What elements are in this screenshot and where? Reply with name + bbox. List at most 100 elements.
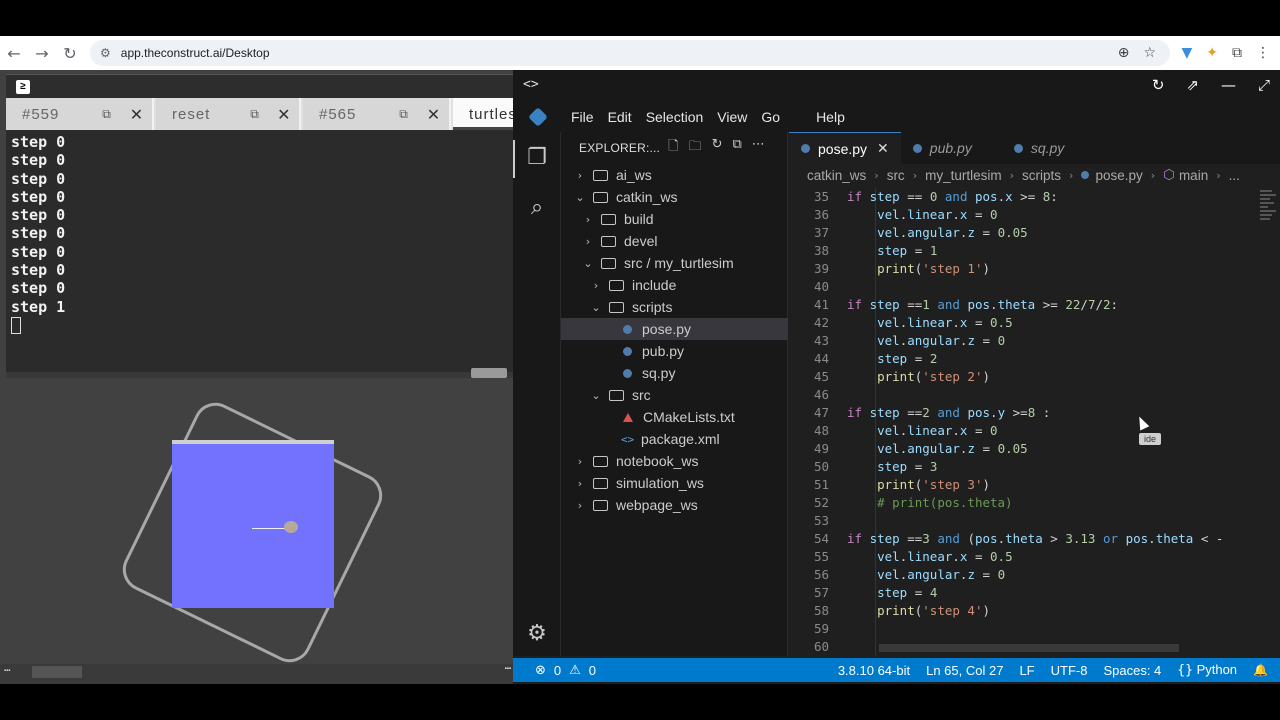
close-icon[interactable]: ✕ (122, 105, 152, 124)
breadcrumb-item[interactable]: pose.py (1095, 168, 1142, 183)
code-line: 35 if step == 0 and pos.x >= 8: (789, 188, 1259, 206)
site-settings-icon[interactable]: ⚙ (100, 46, 111, 60)
editor-tab-pose-py[interactable]: pose.py ✕ (789, 132, 901, 164)
editor-tab-sq-py[interactable]: sq.py (1002, 132, 1094, 164)
forward-icon[interactable]: → (28, 39, 56, 67)
open-external-icon[interactable]: ⧉ (240, 107, 269, 122)
tree-item[interactable]: › ai_ws (561, 164, 788, 186)
indentation-indicator[interactable]: Spaces: 4 (1103, 663, 1161, 678)
code-editor[interactable]: 35 if step == 0 and pos.x >= 8: 36 vel.lin… (789, 188, 1259, 656)
back-icon[interactable]: ← (0, 39, 28, 67)
extension-icon-2[interactable]: ✦ (1206, 45, 1218, 61)
language-mode[interactable]: {} Python (1177, 662, 1237, 678)
cursor-position[interactable]: Ln 65, Col 27 (926, 663, 1003, 678)
address-bar[interactable]: ⚙ app.theconstruct.ai/Desktop ⊕ ☆ (90, 40, 1170, 66)
eol-indicator[interactable]: LF (1019, 663, 1034, 678)
tree-item[interactable]: pose.py (561, 318, 788, 340)
open-external-icon[interactable]: ⧉ (92, 107, 122, 122)
breadcrumb-item[interactable]: src (887, 168, 905, 183)
tree-item[interactable]: › webpage_ws (561, 494, 788, 516)
python-interpreter[interactable]: 3.8.10 64-bit (838, 663, 910, 678)
chevron-right-icon: › (577, 168, 583, 182)
tree-item[interactable]: CMakeLists.txt (561, 406, 788, 428)
tree-item[interactable]: ⌄ src (561, 384, 788, 406)
search-icon[interactable]: ⌕ (525, 196, 549, 220)
zoom-icon[interactable]: ⊕ (1118, 45, 1130, 61)
tree-item[interactable]: ⌄ src / my_turtlesim (561, 252, 788, 274)
collapse-all-icon[interactable]: ⧉ (732, 137, 741, 159)
menu-item-edit[interactable]: Edit (608, 109, 632, 125)
fullscreen-icon[interactable]: ⤢ (1258, 76, 1270, 94)
terminal-line: step 0 (11, 242, 66, 261)
desktop-menu[interactable]: ▪▪▪ (4, 668, 10, 674)
breadcrumb-separator-icon: › (1150, 168, 1156, 182)
tree-item[interactable]: sq.py (561, 362, 788, 384)
settings-gear-icon[interactable]: ⚙ (525, 622, 549, 646)
taskbar-window[interactable] (32, 666, 82, 678)
tree-item[interactable]: › simulation_ws (561, 472, 788, 494)
breadcrumb-item[interactable]: main (1179, 168, 1208, 183)
minimize-icon[interactable]: — (1221, 76, 1236, 94)
more-actions-icon[interactable]: ⋯ (752, 137, 765, 159)
reload-icon[interactable]: ↻ (56, 39, 84, 67)
terminal-tab[interactable]: #559 ⧉ ✕ (6, 98, 154, 130)
terminal-line: step 0 (11, 187, 66, 206)
tree-item[interactable]: › build (561, 208, 788, 230)
notifications-bell-icon[interactable]: 🔔 (1253, 663, 1268, 677)
breadcrumb-separator-icon: › (874, 168, 879, 182)
close-icon[interactable]: ✕ (419, 105, 449, 124)
terminal-output[interactable]: step 0 step 0 step 0 step 0 step 0 step 0 step… (6, 130, 513, 372)
menu-item-selection[interactable]: Selection (646, 109, 704, 125)
close-icon[interactable]: ✕ (877, 141, 889, 157)
horizontal-scrollbar[interactable] (879, 644, 1179, 652)
encoding-indicator[interactable]: UTF-8 (1051, 663, 1088, 678)
refresh-explorer-icon[interactable]: ↻ (712, 137, 723, 159)
folder-icon (601, 213, 616, 225)
breadcrumb-item[interactable]: my_turtlesim (925, 168, 1002, 183)
problems-indicator[interactable]: ⊗ 0 ⚠ 0 (535, 663, 596, 678)
tree-item[interactable]: pub.py (561, 340, 788, 362)
resize-handle[interactable] (471, 368, 507, 378)
extensions-puzzle-icon[interactable]: ⧉ (1232, 45, 1242, 61)
menu-dots-icon[interactable]: ⋮ (1256, 45, 1270, 61)
explorer-files-icon[interactable]: ❐ (525, 146, 549, 170)
tree-item[interactable]: ⌄ catkin_ws (561, 186, 788, 208)
tree-item[interactable]: › include (561, 274, 788, 296)
tree-item[interactable]: › notebook_ws (561, 450, 788, 472)
tree-item[interactable]: <> package.xml (561, 428, 788, 450)
bookmark-star-icon[interactable]: ☆ (1143, 45, 1156, 61)
line-number: 38 (813, 243, 829, 258)
breadcrumb-item[interactable]: catkin_ws (807, 168, 866, 183)
menu-item-help[interactable]: Help (816, 109, 845, 125)
menu-item-file[interactable]: File (571, 109, 594, 125)
remote-desktop[interactable]: ≥ #559 ⧉ ✕ reset ⧉ ✕ #565 ⧉ ✕ turtles step 0 step … (0, 70, 766, 684)
breadcrumb-separator-icon: › (1069, 168, 1074, 182)
open-external-icon[interactable]: ⇗ (1186, 76, 1199, 94)
error-icon: ⊗ (535, 662, 546, 678)
open-external-icon[interactable]: ⧉ (389, 107, 419, 122)
tree-item[interactable]: ⌄ scripts (561, 296, 788, 318)
turtlesim-window[interactable] (172, 440, 334, 608)
close-icon[interactable]: ✕ (270, 105, 299, 124)
breadcrumb-item[interactable]: scripts (1022, 168, 1061, 183)
chevron-down-icon: ⌄ (583, 256, 593, 270)
code-line: 41 if step ==1 and pos.theta >= 22/7/2: (789, 296, 1259, 314)
minimap[interactable] (1258, 188, 1280, 288)
terminal-cursor (11, 316, 21, 334)
terminal-tab[interactable]: turtles (453, 98, 519, 130)
turtle-icon (284, 521, 298, 533)
new-file-icon[interactable]: 🗋 (668, 137, 678, 159)
new-folder-icon[interactable]: 🗀 (689, 137, 702, 159)
editor-tab-pub-py[interactable]: pub.py (901, 132, 1002, 164)
terminal-tab[interactable]: reset ⧉ ✕ (156, 98, 301, 130)
tree-item[interactable]: › devel (561, 230, 788, 252)
menu-item-view[interactable]: View (717, 109, 747, 125)
refresh-icon[interactable]: ↻ (1152, 76, 1165, 94)
extension-icon[interactable]: ▼ (1181, 45, 1192, 61)
line-number: 37 (813, 225, 829, 240)
terminal-tabs: #559 ⧉ ✕ reset ⧉ ✕ #565 ⧉ ✕ turtles (6, 98, 519, 130)
terminal-tab[interactable]: #565 ⧉ ✕ (303, 98, 451, 130)
menu-item-go[interactable]: Go (761, 109, 780, 125)
breadcrumb-item[interactable]: ... (1229, 168, 1240, 183)
code-line: 55 vel.linear.x = 0.5 (789, 548, 1259, 566)
